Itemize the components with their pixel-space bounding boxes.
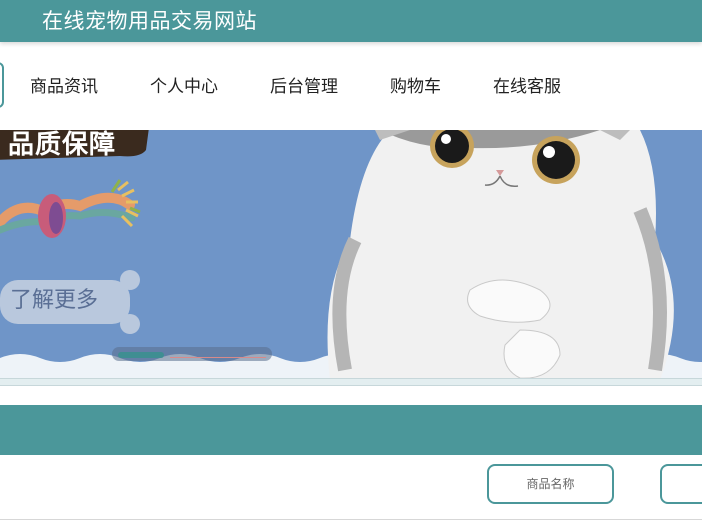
nav-item-product-news[interactable]: 商品资讯: [30, 72, 98, 97]
carousel-indicator-active[interactable]: [118, 352, 164, 358]
nav-home-button[interactable]: [0, 62, 4, 108]
nav-item-customer-service[interactable]: 在线客服: [493, 72, 561, 97]
carousel-indicator-line: [170, 357, 266, 358]
banner-carousel[interactable]: 品质保障 了解更多: [0, 130, 702, 380]
top-header-bar: 在线宠物用品交易网站: [0, 0, 702, 42]
nav-item-personal-center[interactable]: 个人中心: [150, 72, 218, 97]
nav-item-cart[interactable]: 购物车: [390, 72, 441, 97]
banner-tag-text: 品质保障: [8, 130, 117, 160]
banner-divider: [0, 378, 702, 386]
bottom-divider: [0, 519, 702, 520]
banner-image: [0, 130, 702, 380]
learn-more-link[interactable]: 了解更多: [10, 282, 98, 314]
site-title: 在线宠物用品交易网站: [42, 9, 257, 33]
product-name-filter-button[interactable]: 商品名称: [487, 464, 614, 504]
secondary-filter-button[interactable]: [660, 464, 702, 504]
main-navigation: 商品资讯 个人中心 后台管理 购物车 在线客服: [0, 48, 702, 124]
nav-item-admin[interactable]: 后台管理: [270, 72, 338, 97]
section-title-bar: [0, 405, 702, 455]
cat-illustration: [327, 130, 674, 380]
